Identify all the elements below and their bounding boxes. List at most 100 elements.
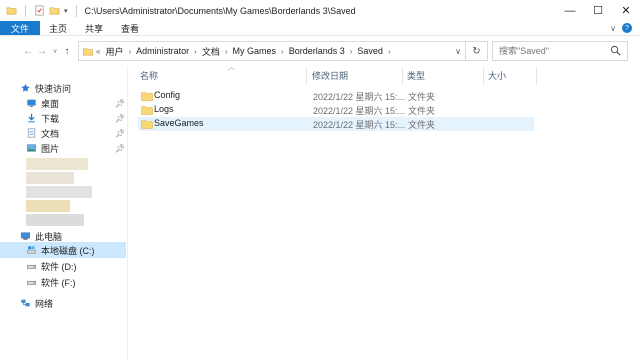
expand-ribbon-icon[interactable]: ∨	[610, 24, 616, 33]
address-bar[interactable]: « 用户 › Administrator › 文档 › My Games › Borde…	[78, 41, 488, 61]
sidebar-item-label: 图片	[41, 143, 60, 154]
navigation-bar: ← → ∨ ↑ « 用户 › Administrator › 文档 › My Game…	[0, 37, 640, 65]
minimize-button[interactable]: —	[556, 0, 584, 21]
pin-icon[interactable]: 📌︎	[115, 114, 125, 123]
star-icon	[21, 83, 30, 92]
chevron-right-icon[interactable]: ›	[223, 47, 230, 56]
address-history-button[interactable]: ∨	[455, 47, 461, 56]
sidebar-item-quick-access[interactable]: 快速访问	[0, 80, 126, 96]
sidebar-item-label: 桌面	[41, 98, 60, 109]
column-divider[interactable]	[536, 68, 537, 84]
desktop-icon	[27, 99, 36, 107]
maximize-button[interactable]: ☐	[584, 0, 612, 21]
drive-icon	[27, 280, 36, 285]
search-box[interactable]	[492, 41, 628, 61]
file-explorer-window: ▾ C:\Users\Administrator\Documents\My Ga…	[0, 0, 640, 360]
file-name: SaveGames	[154, 118, 204, 128]
file-name: Logs	[154, 104, 174, 114]
sidebar-item-label: 本地磁盘 (C:)	[41, 245, 95, 256]
folder-icon	[83, 47, 93, 55]
sidebar-item-downloads[interactable]: 下载 📌︎	[0, 110, 126, 126]
file-type: 文件夹	[408, 120, 436, 130]
refresh-button[interactable]: ↻	[465, 42, 487, 60]
sidebar-item-pictures[interactable]: 图片 📌︎	[0, 140, 126, 156]
file-date: 2022/1/22 星期六 15:...	[313, 120, 406, 130]
file-type: 文件夹	[408, 92, 436, 102]
sidebar-item-label: 下载	[41, 113, 60, 124]
network-icon	[21, 299, 30, 307]
toolbar-divider	[25, 4, 26, 17]
tab-file[interactable]: 文件	[0, 21, 41, 35]
folder-icon	[6, 7, 17, 15]
sidebar-item-drive-d[interactable]: 软件 (D:)	[0, 258, 126, 274]
column-divider[interactable]	[483, 68, 484, 84]
pane-divider[interactable]	[127, 66, 128, 360]
column-header-label: 名称	[140, 70, 159, 81]
download-icon	[28, 113, 35, 123]
breadcrumb-documents[interactable]: 文档	[199, 45, 223, 58]
pin-icon[interactable]: 📌︎	[115, 144, 125, 153]
pictures-icon	[27, 144, 36, 152]
sidebar-item-label: 软件 (D:)	[41, 261, 77, 272]
sidebar-item-network[interactable]: 网络	[0, 295, 126, 311]
computer-icon	[21, 232, 30, 240]
customize-toolbar-icon[interactable]: ▾	[64, 7, 68, 15]
column-header-type[interactable]: 类型	[407, 66, 483, 84]
folder-icon	[141, 120, 153, 129]
ribbon-tabs: 文件 主页 共享 查看 ∨ ?	[0, 21, 640, 36]
column-divider[interactable]	[306, 68, 307, 84]
toolbar-divider	[75, 4, 77, 17]
drive-icon	[27, 264, 36, 269]
chevron-right-icon[interactable]: ›	[386, 47, 393, 56]
window-title: C:\Users\Administrator\Documents\My Game…	[84, 5, 356, 16]
close-button[interactable]: ✕	[612, 0, 640, 21]
sidebar-item-label: 软件 (F:)	[41, 277, 76, 288]
column-header-size[interactable]: 大小	[488, 66, 538, 84]
ribbon-right: ∨ ?	[610, 21, 640, 35]
tab-share[interactable]: 共享	[76, 21, 112, 35]
column-header-name[interactable]: 名称 ︿	[140, 64, 310, 84]
sidebar-item-desktop[interactable]: 桌面 📌︎	[0, 95, 126, 111]
file-type: 文件夹	[408, 106, 436, 116]
column-header-label: 大小	[488, 70, 507, 81]
sidebar-item-label: 此电脑	[35, 231, 63, 242]
column-header-date[interactable]: 修改日期	[312, 66, 402, 84]
file-date: 2022/1/22 星期六 15:...	[313, 92, 406, 102]
pin-icon[interactable]: 📌︎	[115, 99, 125, 108]
chevron-right-icon[interactable]: ›	[126, 47, 133, 56]
chevron-right-icon[interactable]: ›	[279, 47, 286, 56]
breadcrumb-saved[interactable]: Saved	[354, 46, 386, 56]
new-folder-icon[interactable]	[49, 5, 60, 16]
properties-icon[interactable]	[34, 5, 45, 16]
sidebar-item-drive-f[interactable]: 软件 (F:)	[0, 274, 126, 290]
window-controls: — ☐ ✕	[556, 0, 640, 21]
navigation-pane: 快速访问 桌面 📌︎ 下载 📌︎ 文档 📌︎ 图片 📌︎ 此电脑 本地磁盘 (C…	[0, 66, 128, 360]
chevron-right-icon[interactable]: ›	[192, 47, 199, 56]
search-input[interactable]	[499, 46, 609, 56]
sidebar-item-label: 文档	[41, 128, 60, 139]
folder-icon	[141, 92, 153, 101]
file-list: 名称 ︿ 修改日期 类型 大小 Config 2022/1/22 星期六 15:…	[130, 64, 640, 360]
breadcrumb-administrator[interactable]: Administrator	[133, 46, 192, 56]
chevron-right-icon[interactable]: ›	[348, 47, 355, 56]
pin-icon[interactable]: 📌︎	[115, 129, 125, 138]
file-row-savegames[interactable]: SaveGames 2022/1/22 星期六 15:... 文件夹	[138, 117, 534, 131]
tab-view[interactable]: 查看	[112, 21, 148, 35]
title-bar: ▾ C:\Users\Administrator\Documents\My Ga…	[0, 0, 640, 21]
breadcrumb-users[interactable]: 用户	[102, 45, 126, 58]
documents-icon	[27, 128, 36, 138]
file-row-config[interactable]: Config 2022/1/22 星期六 15:... 文件夹	[138, 89, 534, 103]
help-icon[interactable]: ?	[622, 23, 632, 33]
column-header-label: 修改日期	[312, 70, 349, 81]
sidebar-item-drive-c[interactable]: 本地磁盘 (C:)	[0, 242, 126, 258]
breadcrumb-my-games[interactable]: My Games	[230, 46, 280, 56]
folder-icon	[141, 106, 153, 115]
breadcrumb-borderlands-3[interactable]: Borderlands 3	[286, 46, 348, 56]
column-divider[interactable]	[402, 68, 403, 84]
sidebar-item-documents[interactable]: 文档 📌︎	[0, 125, 126, 141]
search-icon[interactable]	[610, 45, 621, 56]
up-button[interactable]: ↑	[59, 43, 75, 59]
file-row-logs[interactable]: Logs 2022/1/22 星期六 15:... 文件夹	[138, 103, 534, 117]
tab-home[interactable]: 主页	[40, 21, 76, 35]
overflow-crumbs-icon[interactable]: «	[94, 47, 102, 56]
